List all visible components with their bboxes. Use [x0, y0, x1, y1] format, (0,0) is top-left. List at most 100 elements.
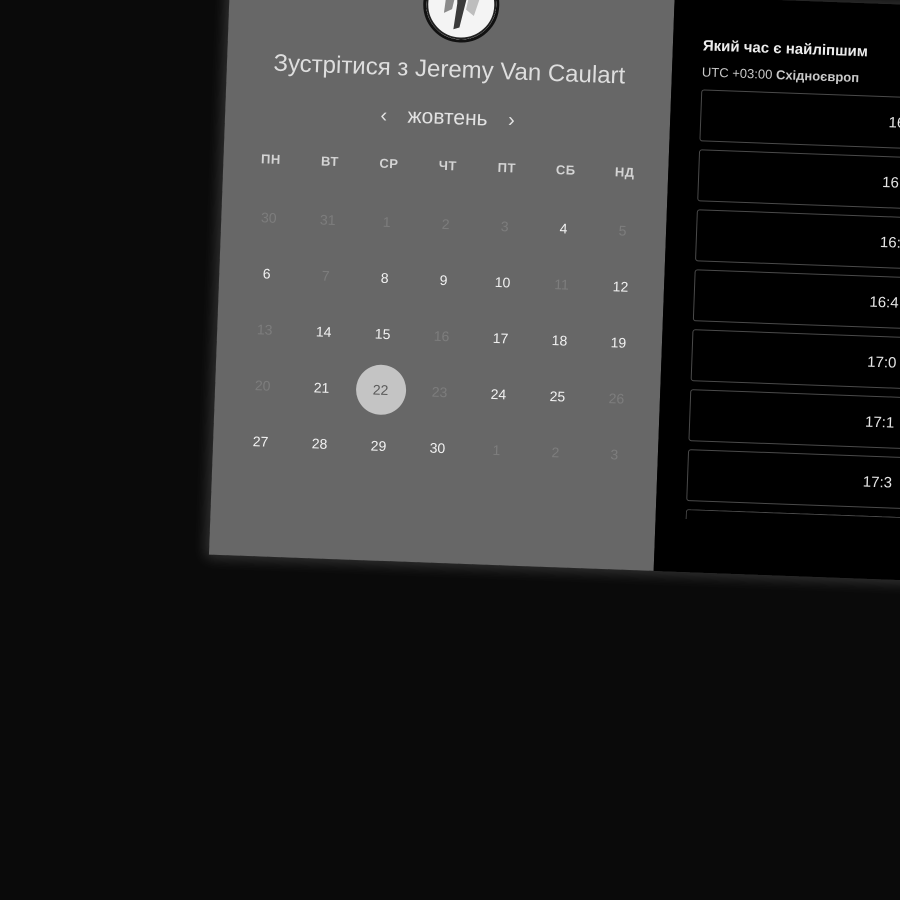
day-cell: 5	[592, 201, 653, 259]
day-cell[interactable]: 4	[533, 199, 594, 257]
day-number: 30	[260, 209, 277, 226]
day-cell[interactable]: 28	[289, 415, 350, 473]
day-cell: 2	[525, 423, 586, 481]
day-cell: 7	[295, 247, 356, 305]
meeting-title-prefix: Зустрітися з	[273, 49, 409, 82]
day-number: 26	[608, 390, 625, 407]
day-number: 10	[494, 273, 511, 291]
day-number: 18	[551, 332, 568, 349]
day-number: 9	[439, 271, 448, 289]
day-cell[interactable]: 12	[590, 257, 651, 315]
time-slot-button[interactable]: 17:3	[686, 449, 900, 513]
day-number: 20	[254, 377, 271, 394]
month-navigation: ‹ жовтень ›	[225, 98, 671, 138]
day-cell[interactable]: 24	[468, 365, 529, 423]
day-number: 11	[554, 276, 570, 293]
weekday-label: ЧТ	[438, 157, 458, 174]
meeting-title: Зустрітися з Jeremy Van Caulart	[226, 48, 672, 92]
day-cell: 26	[586, 369, 647, 427]
day-cell[interactable]: 9	[413, 251, 474, 309]
time-slot-button[interactable]: 16	[699, 89, 900, 153]
time-slot-button[interactable]: 17:0	[690, 329, 900, 393]
day-cell: 16	[411, 307, 472, 365]
day-number: 1	[492, 441, 501, 459]
day-cell[interactable]: 14	[293, 303, 354, 361]
day-number: 25	[549, 387, 566, 405]
time-slot-panel: Який час є найліпшим UTC +03:00 Східноєв…	[653, 0, 900, 584]
day-cell[interactable]: 19	[588, 313, 649, 371]
day-cell: 1	[356, 193, 417, 251]
time-slot-button-partial[interactable]	[685, 509, 900, 531]
day-cell[interactable]: 30	[407, 419, 468, 477]
day-number: 2	[441, 215, 450, 233]
timezone-name: Східноєвроп	[775, 67, 860, 86]
day-cell[interactable]: 27	[230, 412, 291, 470]
day-number: 1	[382, 213, 391, 231]
day-cell: 20	[232, 356, 293, 414]
day-cell[interactable]: 29	[348, 417, 409, 475]
day-number: 27	[252, 433, 269, 450]
day-number: 30	[429, 439, 446, 457]
day-number: 13	[256, 321, 273, 338]
host-avatar	[421, 0, 501, 44]
weekday-label: ВТ	[320, 153, 340, 170]
calendar-panel: Зустрітися з Jeremy Van Caulart ‹ жовтен…	[208, 0, 675, 571]
time-slot-list: 16 16: 16: 16:4 17:0 17:1 17:3	[685, 89, 900, 538]
day-cell: 30	[238, 189, 299, 247]
day-number: 24	[490, 385, 507, 403]
screen: Зустрітися з Jeremy Van Caulart ‹ жовтен…	[0, 0, 900, 900]
day-number: 19	[610, 334, 627, 351]
day-cell[interactable]: 21	[291, 359, 352, 417]
day-number: 5	[618, 222, 627, 239]
scheduling-widget: Зустрітися з Jeremy Van Caulart ‹ жовтен…	[208, 0, 900, 584]
day-cell[interactable]: 15	[352, 305, 413, 363]
time-slot-button[interactable]: 16:	[695, 209, 900, 273]
day-number: 21	[313, 379, 330, 396]
day-cell[interactable]: 10	[472, 253, 533, 311]
timezone-offset: UTC +03:00	[701, 64, 773, 82]
day-number: 15	[374, 325, 391, 343]
day-cell: 1	[466, 421, 527, 479]
day-number: 17	[492, 329, 509, 347]
avatar-photo-icon	[424, 0, 498, 41]
day-cell: 2	[415, 195, 476, 253]
day-number: 3	[610, 446, 619, 463]
day-cell[interactable]: 18	[529, 311, 590, 369]
day-cell[interactable]: 6	[236, 244, 297, 302]
day-number: 22	[354, 363, 407, 416]
day-cell: 31	[297, 191, 358, 249]
time-slot-button[interactable]: 17:1	[688, 389, 900, 453]
day-cell[interactable]: 8	[354, 249, 415, 307]
weekday-label: ПТ	[497, 159, 517, 176]
day-number: 7	[321, 267, 330, 284]
day-number: 12	[612, 278, 629, 295]
day-number: 31	[319, 211, 336, 229]
prev-month-chevron-left-icon[interactable]: ‹	[371, 104, 396, 128]
weekday-label: ПН	[260, 151, 282, 167]
timezone-selector[interactable]: UTC +03:00 Східноєвроп	[702, 64, 860, 85]
day-cell: 3	[474, 197, 535, 255]
next-month-chevron-right-icon[interactable]: ›	[499, 109, 524, 133]
day-number: 23	[431, 383, 448, 401]
day-number: 2	[551, 444, 560, 461]
day-number: 8	[380, 269, 389, 287]
time-slot-button[interactable]: 16:4	[692, 269, 900, 333]
host-name: Jeremy Van Caulart	[414, 54, 626, 90]
day-grid: 30 31 1 2 3 4 5 6 7 8 9 10 11 12 13 14 15 16 17 18 19 20 21 22 2…	[230, 189, 653, 484]
weekday-label: СБ	[555, 162, 576, 178]
month-label: жовтень	[407, 104, 489, 131]
day-cell: 11	[531, 255, 592, 313]
day-number: 6	[262, 265, 271, 282]
day-cell: 13	[234, 300, 295, 358]
weekday-label: НД	[614, 164, 635, 180]
weekday-label: СР	[379, 155, 399, 172]
day-number: 4	[559, 220, 568, 237]
time-question: Який час є найліпшим	[702, 37, 869, 61]
day-cell-selected[interactable]: 22	[350, 361, 411, 419]
day-cell[interactable]: 25	[527, 367, 588, 425]
day-cell: 3	[584, 425, 645, 483]
time-slot-button[interactable]: 16:	[697, 149, 900, 213]
day-number: 16	[433, 327, 450, 345]
weekday-header: ПН ВТ СР ЧТ ПТ СБ НД	[241, 151, 654, 181]
day-cell[interactable]: 17	[470, 309, 531, 367]
